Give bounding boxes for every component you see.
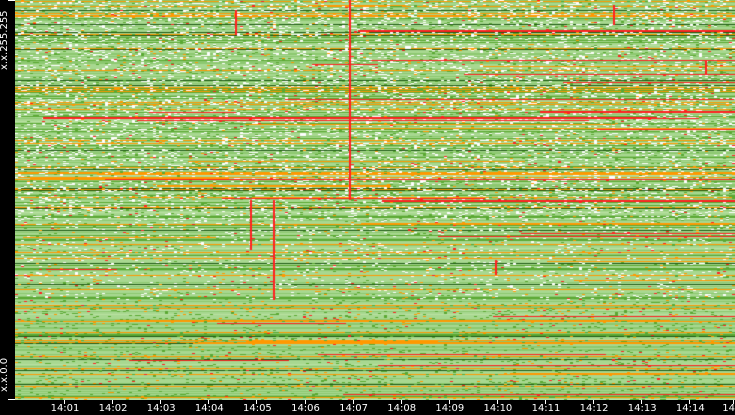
x-tick-label: 14:02 xyxy=(98,403,128,414)
y-tick-top xyxy=(8,0,15,1)
x-tick-label: 14:09 xyxy=(435,403,465,414)
x-tick-label: 14 xyxy=(722,403,735,414)
x-tick-label: 14:03 xyxy=(146,403,176,414)
x-tick-label: 14:01 xyxy=(50,403,80,414)
y-label-top: x.x.255.255 xyxy=(0,10,10,70)
y-label-bottom: x.x.0.0 xyxy=(0,357,10,392)
x-tick-label: 14:08 xyxy=(387,403,417,414)
x-tick-label: 14:12 xyxy=(579,403,609,414)
x-tick-label: 14:07 xyxy=(339,403,369,414)
x-tick-label: 14:04 xyxy=(194,403,224,414)
x-tick-label: 14:10 xyxy=(483,403,513,414)
y-tick-bottom xyxy=(8,399,15,400)
x-tick-label: 14:11 xyxy=(531,403,561,414)
heatmap-plot xyxy=(15,0,735,400)
x-tick-label: 14:05 xyxy=(242,403,272,414)
x-tick-label: 14:13 xyxy=(627,403,657,414)
x-tick-label: 14:14 xyxy=(675,403,705,414)
x-tick-label: 14:06 xyxy=(291,403,320,414)
